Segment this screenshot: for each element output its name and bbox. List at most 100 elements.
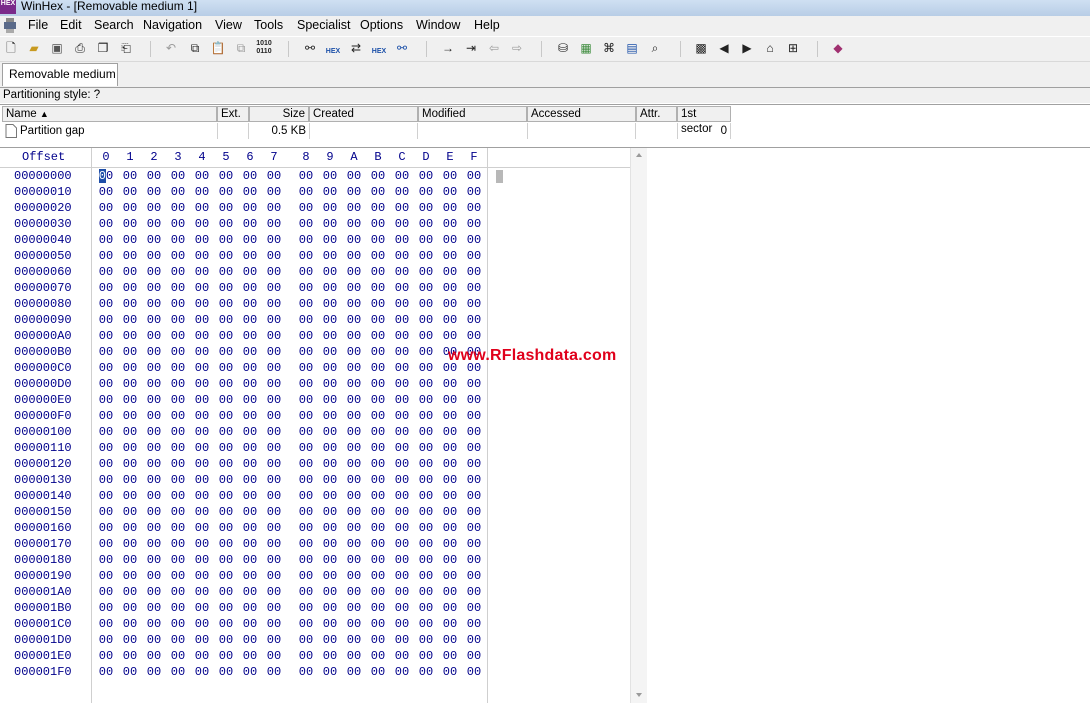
hex-byte[interactable]: 00: [418, 264, 434, 280]
hex-byte[interactable]: 00: [218, 408, 234, 424]
hex-byte[interactable]: 00: [266, 344, 282, 360]
hex-byte[interactable]: 00: [266, 360, 282, 376]
hex-byte[interactable]: 00: [418, 616, 434, 632]
hex-byte[interactable]: 00: [218, 392, 234, 408]
hex-byte[interactable]: 00: [242, 344, 258, 360]
hex-byte[interactable]: 00: [242, 248, 258, 264]
hex-byte[interactable]: 00: [194, 632, 210, 648]
open-disk-icon[interactable]: ⎗: [118, 40, 134, 56]
hex-byte[interactable]: 00: [466, 200, 482, 216]
hex-byte[interactable]: 00: [242, 328, 258, 344]
hex-byte[interactable]: 00: [242, 568, 258, 584]
hex-byte[interactable]: 00: [194, 584, 210, 600]
hex-byte[interactable]: 00: [194, 648, 210, 664]
hex-byte[interactable]: 00: [146, 360, 162, 376]
hex-byte[interactable]: 00: [98, 232, 114, 248]
hex-byte[interactable]: 00: [98, 504, 114, 520]
hex-byte[interactable]: 00: [322, 280, 338, 296]
hex-byte[interactable]: 00: [466, 472, 482, 488]
hex-byte[interactable]: 00: [346, 456, 362, 472]
hex-byte[interactable]: 00: [146, 328, 162, 344]
hex-byte[interactable]: 00: [442, 424, 458, 440]
hex-byte[interactable]: 00: [122, 616, 138, 632]
hex-byte[interactable]: 00: [122, 648, 138, 664]
hex-byte[interactable]: 00: [322, 472, 338, 488]
hex-byte[interactable]: 00: [298, 632, 314, 648]
hex-byte[interactable]: 00: [170, 216, 186, 232]
hex-byte[interactable]: 00: [346, 424, 362, 440]
hex-byte[interactable]: 00: [394, 600, 410, 616]
hex-byte[interactable]: 00: [442, 280, 458, 296]
hex-byte[interactable]: 00: [466, 632, 482, 648]
hex-byte[interactable]: 00: [370, 376, 386, 392]
hex-byte[interactable]: 00: [394, 328, 410, 344]
open-folder-icon[interactable]: ▰: [26, 40, 42, 56]
hex-byte[interactable]: 00: [170, 616, 186, 632]
menu-navigation[interactable]: Navigation: [143, 18, 202, 32]
hex-byte[interactable]: 00: [98, 536, 114, 552]
hex-byte[interactable]: 00: [418, 408, 434, 424]
hex-byte[interactable]: 00: [466, 248, 482, 264]
hex-byte[interactable]: 00: [98, 392, 114, 408]
hex-byte[interactable]: 00: [218, 296, 234, 312]
hex-byte[interactable]: 00: [194, 616, 210, 632]
hex-byte[interactable]: 00: [146, 344, 162, 360]
column-modified[interactable]: Modified: [418, 106, 527, 122]
hex-byte[interactable]: 00: [122, 440, 138, 456]
hex-row[interactable]: 00000040 00 00 00 00 00 00 00 00 00 00 00 00 00 00 00 00: [0, 232, 630, 248]
hex-byte[interactable]: 00: [322, 488, 338, 504]
hex-byte[interactable]: 00: [170, 568, 186, 584]
hex-byte[interactable]: 00: [122, 392, 138, 408]
hex-byte[interactable]: 00: [266, 216, 282, 232]
hex-byte[interactable]: 00: [322, 616, 338, 632]
hex-byte[interactable]: 00: [466, 440, 482, 456]
hex-byte[interactable]: 00: [298, 344, 314, 360]
hex-byte[interactable]: 00: [194, 568, 210, 584]
hex-byte[interactable]: 00: [370, 184, 386, 200]
hex-byte[interactable]: 00: [194, 488, 210, 504]
hex-byte[interactable]: 00: [170, 632, 186, 648]
hex-byte[interactable]: 00: [346, 264, 362, 280]
hex-row[interactable]: 00000140 00 00 00 00 00 00 00 00 00 00 00 00 00 00 00 00: [0, 488, 630, 504]
hex-byte[interactable]: 00: [146, 488, 162, 504]
hex-byte[interactable]: 00: [218, 440, 234, 456]
hex-byte[interactable]: 00: [98, 328, 114, 344]
hex-row[interactable]: 00000030 00 00 00 00 00 00 00 00 00 00 00 00 00 00 00 00: [0, 216, 630, 232]
hex-byte[interactable]: 00: [322, 520, 338, 536]
scroll-up-icon[interactable]: [636, 153, 642, 157]
hex-byte[interactable]: 00: [170, 488, 186, 504]
hex-byte[interactable]: 00: [218, 488, 234, 504]
hex-byte[interactable]: 00: [98, 488, 114, 504]
replace-hex-icon[interactable]: HEX: [371, 40, 387, 64]
hex-byte[interactable]: 00: [298, 440, 314, 456]
hex-byte[interactable]: 00: [122, 360, 138, 376]
hex-byte[interactable]: 00: [218, 168, 234, 184]
hex-byte[interactable]: 00: [394, 552, 410, 568]
hex-byte[interactable]: 00: [218, 616, 234, 632]
hex-row[interactable]: 000001C0 00 00 00 00 00 00 00 00 00 00 00 00 00 00 00 00: [0, 616, 630, 632]
hex-byte[interactable]: 00: [418, 280, 434, 296]
hex-byte[interactable]: 00: [394, 216, 410, 232]
hex-byte[interactable]: 00: [394, 520, 410, 536]
hex-byte[interactable]: 00: [146, 184, 162, 200]
hex-byte[interactable]: 00: [298, 568, 314, 584]
hex-row[interactable]: 00000160 00 00 00 00 00 00 00 00 00 00 00 00 00 00 00 00: [0, 520, 630, 536]
hex-byte[interactable]: 00: [170, 584, 186, 600]
hex-byte[interactable]: 00: [170, 552, 186, 568]
hex-byte[interactable]: 00: [346, 200, 362, 216]
hex-byte[interactable]: 00: [346, 520, 362, 536]
hex-byte[interactable]: 00: [146, 536, 162, 552]
hex-byte[interactable]: 00: [418, 632, 434, 648]
hex-byte[interactable]: 00: [418, 664, 434, 680]
hex-byte[interactable]: 00: [266, 552, 282, 568]
hex-byte[interactable]: 00: [266, 616, 282, 632]
hex-byte[interactable]: 00: [394, 632, 410, 648]
hex-byte[interactable]: 00: [242, 392, 258, 408]
hex-byte[interactable]: 00: [194, 472, 210, 488]
hex-row[interactable]: 00000080 00 00 00 00 00 00 00 00 00 00 00 00 00 00 00 00: [0, 296, 630, 312]
hex-byte[interactable]: 00: [170, 296, 186, 312]
hex-byte[interactable]: 00: [298, 200, 314, 216]
hex-byte[interactable]: 00: [242, 520, 258, 536]
hex-byte[interactable]: 00: [370, 424, 386, 440]
hex-byte[interactable]: 00: [98, 184, 114, 200]
